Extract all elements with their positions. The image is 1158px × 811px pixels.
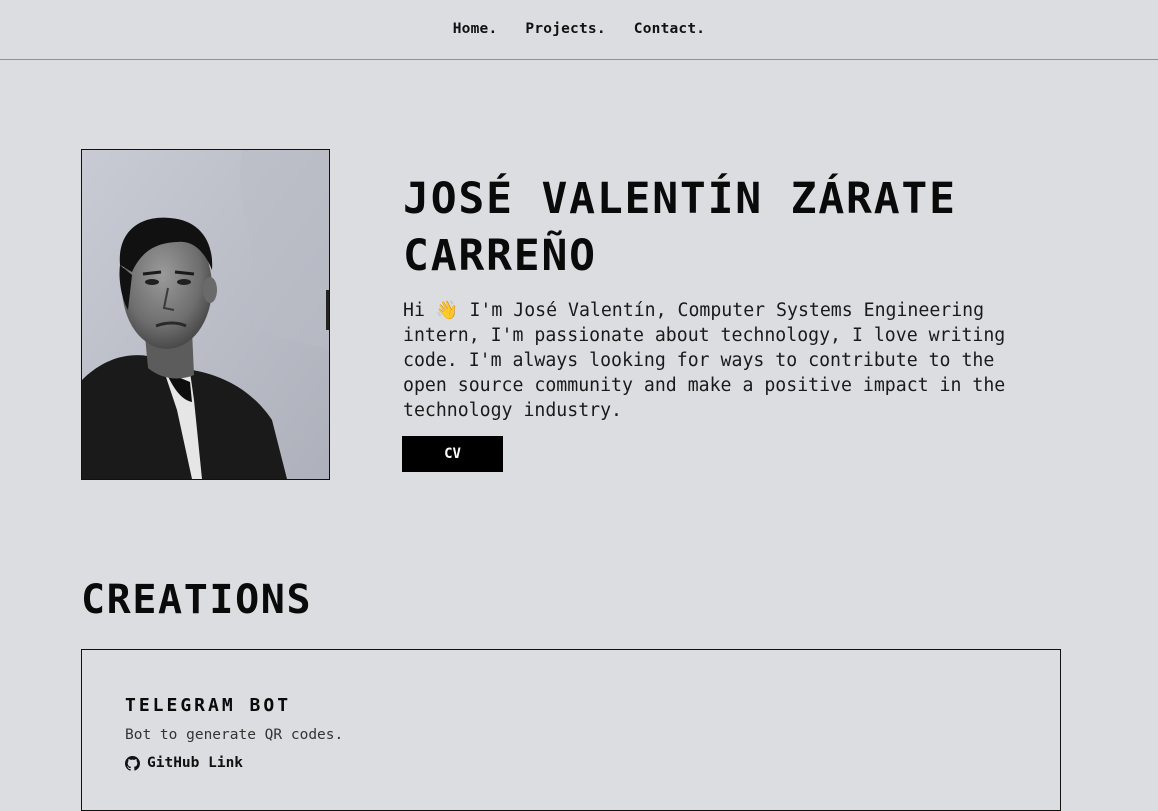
bio-text: Hi 👋 I'm José Valentín, Computer Systems… xyxy=(403,300,1006,421)
creations-title: CREATIONS xyxy=(81,577,313,623)
project-description: Bot to generate QR codes. xyxy=(125,727,344,743)
hero-text: JOSÉ VALENTÍN ZÁRATE CARREÑO Hi 👋 I'm Jo… xyxy=(402,171,1043,472)
github-link-label: GitHub Link xyxy=(147,755,244,771)
person-name: JOSÉ VALENTÍN ZÁRATE CARREÑO xyxy=(403,174,957,281)
profile-photo xyxy=(81,149,330,480)
project-card: TELEGRAM BOT Bot to generate QR codes. G… xyxy=(81,649,1061,811)
nav-contact-link[interactable]: Contact. xyxy=(634,21,705,37)
github-icon xyxy=(125,755,140,771)
nav-home-link[interactable]: Home. xyxy=(453,21,498,37)
github-link[interactable]: GitHub Link xyxy=(125,755,243,771)
hero-section: JOSÉ VALENTÍN ZÁRATE CARREÑO Hi 👋 I'm Jo… xyxy=(81,149,1081,480)
cv-button[interactable]: CV xyxy=(402,436,503,472)
project-title: TELEGRAM BOT xyxy=(125,695,292,716)
top-nav: Home. Projects. Contact. xyxy=(0,0,1158,60)
nav-projects-link[interactable]: Projects. xyxy=(525,21,605,37)
